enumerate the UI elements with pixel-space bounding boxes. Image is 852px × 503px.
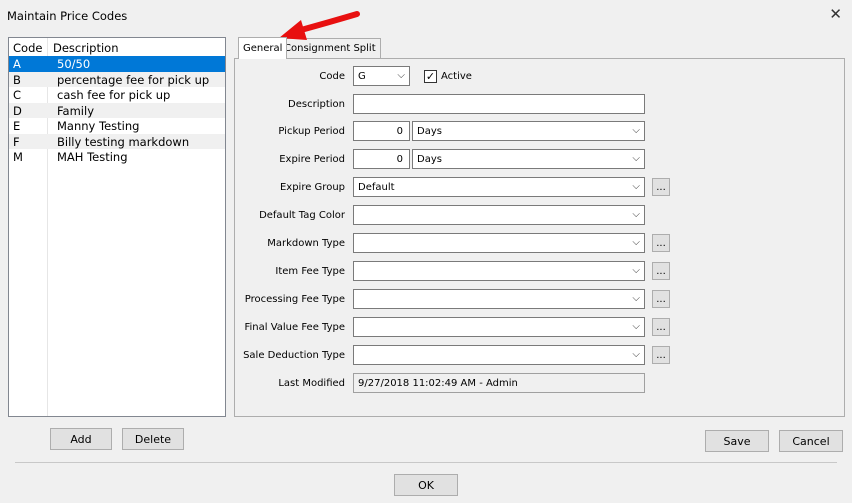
close-icon[interactable]: ✕ (829, 5, 842, 23)
code-label: Code (319, 71, 345, 82)
list-item-description: cash fee for pick up (57, 88, 171, 102)
expire-period-unit-select[interactable]: Days ⌵ (412, 149, 645, 169)
default-tag-color-label: Default Tag Color (259, 210, 345, 221)
chevron-down-icon[interactable]: ⌵ (632, 153, 640, 164)
chevron-down-icon[interactable]: ⌵ (632, 181, 640, 192)
description-input[interactable] (353, 94, 645, 114)
markdown-type-label: Markdown Type (267, 238, 345, 249)
default-tag-color-select[interactable]: ⌵ (353, 205, 645, 225)
processing-fee-type-label: Processing Fee Type (244, 294, 345, 305)
tab-general[interactable]: General (238, 37, 288, 59)
column-header-description[interactable]: Description (53, 41, 119, 55)
chevron-down-icon[interactable]: ⌵ (397, 70, 405, 81)
processing-fee-type-select[interactable]: ⌵ (353, 289, 645, 309)
sale-deduction-type-browse-button[interactable]: ... (652, 346, 670, 364)
description-label: Description (288, 99, 345, 110)
item-fee-type-label: Item Fee Type (275, 266, 345, 277)
list-item-code: B (13, 72, 21, 87)
final-value-fee-type-select[interactable]: ⌵ (353, 317, 645, 337)
list-item-code: D (13, 103, 22, 118)
expire-group-value: Default (358, 181, 395, 193)
active-label: Active (441, 71, 472, 82)
list-item[interactable]: C cash fee for pick up (9, 87, 225, 103)
expire-group-select[interactable]: Default ⌵ (353, 177, 645, 197)
price-code-list[interactable]: Code Description A 50/50 B percentage fe… (8, 37, 226, 417)
chevron-down-icon[interactable]: ⌵ (632, 125, 640, 136)
active-checkbox[interactable]: ✓ (424, 70, 437, 83)
list-item[interactable]: F Billy testing markdown (9, 133, 225, 149)
list-item-code: A (13, 57, 21, 71)
code-select-value: G (358, 70, 366, 82)
chevron-down-icon[interactable]: ⌵ (632, 293, 640, 304)
divider (15, 462, 837, 463)
final-value-fee-type-label: Final Value Fee Type (244, 322, 345, 333)
pickup-period-label: Pickup Period (278, 126, 345, 137)
expire-group-label: Expire Group (279, 182, 345, 193)
expire-period-input[interactable]: 0 (353, 149, 410, 169)
list-item-description: 50/50 (57, 57, 91, 71)
list-item-description: percentage fee for pick up (57, 72, 210, 87)
ok-button[interactable]: OK (394, 474, 458, 496)
last-modified-value: 9/27/2018 11:02:49 AM - Admin (353, 373, 645, 393)
list-item-description: MAH Testing (57, 150, 128, 164)
sale-deduction-type-select[interactable]: ⌵ (353, 345, 645, 365)
sale-deduction-type-label: Sale Deduction Type (243, 350, 345, 361)
final-value-fee-type-browse-button[interactable]: ... (652, 318, 670, 336)
list-item[interactable]: A 50/50 (9, 56, 225, 72)
item-fee-type-select[interactable]: ⌵ (353, 261, 645, 281)
list-item[interactable]: M MAH Testing (9, 149, 225, 165)
list-item[interactable]: D Family (9, 102, 225, 118)
chevron-down-icon[interactable]: ⌵ (632, 321, 640, 332)
list-header: Code Description (9, 38, 225, 56)
markdown-type-select[interactable]: ⌵ (353, 233, 645, 253)
list-item-description: Manny Testing (57, 119, 140, 133)
list-item-description: Billy testing markdown (57, 134, 190, 149)
pickup-period-unit-value: Days (417, 125, 442, 137)
list-item[interactable]: B percentage fee for pick up (9, 71, 225, 87)
list-item-code: F (13, 134, 20, 149)
chevron-down-icon[interactable]: ⌵ (632, 237, 640, 248)
list-item[interactable]: E Manny Testing (9, 118, 225, 134)
pickup-period-input[interactable]: 0 (353, 121, 410, 141)
expire-group-browse-button[interactable]: ... (652, 178, 670, 196)
list-item-code: E (13, 119, 21, 133)
column-header-code[interactable]: Code (13, 41, 42, 55)
code-select[interactable]: G ⌵ (353, 66, 410, 86)
last-modified-label: Last Modified (278, 378, 345, 389)
add-button[interactable]: Add (50, 428, 112, 450)
red-arrow-annotation-icon (279, 11, 360, 40)
delete-button[interactable]: Delete (122, 428, 184, 450)
item-fee-type-browse-button[interactable]: ... (652, 262, 670, 280)
expire-period-unit-value: Days (417, 153, 442, 165)
save-button[interactable]: Save (705, 430, 769, 452)
expire-period-label: Expire Period (279, 154, 345, 165)
list-item-description: Family (57, 103, 95, 118)
list-item-code: C (13, 88, 22, 102)
chevron-down-icon[interactable]: ⌵ (632, 349, 640, 360)
chevron-down-icon[interactable]: ⌵ (632, 265, 640, 276)
cancel-button[interactable]: Cancel (779, 430, 843, 452)
markdown-type-browse-button[interactable]: ... (652, 234, 670, 252)
chevron-down-icon[interactable]: ⌵ (632, 209, 640, 220)
window-title: Maintain Price Codes (7, 9, 128, 23)
list-item-code: M (13, 150, 23, 164)
pickup-period-unit-select[interactable]: Days ⌵ (412, 121, 645, 141)
processing-fee-type-browse-button[interactable]: ... (652, 290, 670, 308)
